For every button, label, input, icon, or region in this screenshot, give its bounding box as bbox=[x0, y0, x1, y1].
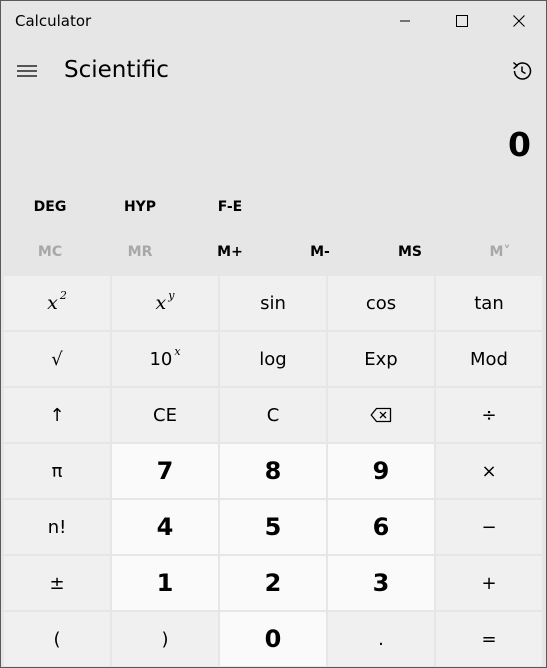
ten-power-exponent: x bbox=[174, 344, 181, 358]
add-button[interactable]: + bbox=[436, 556, 542, 610]
tan-button[interactable]: tan bbox=[436, 276, 542, 330]
equals-button[interactable]: = bbox=[436, 612, 542, 666]
digit-0-button[interactable]: 0 bbox=[220, 612, 326, 666]
memory-recall-button[interactable]: MR bbox=[95, 230, 185, 274]
keypad: x2 xy sin cos tan √ 10 x log Exp Mod ↑ CE… bbox=[4, 276, 544, 666]
square-base: x bbox=[47, 292, 58, 314]
pi-button[interactable]: π bbox=[4, 444, 110, 498]
memory-row: MC MR M+ M- MS M˅ bbox=[5, 230, 543, 274]
history-button[interactable] bbox=[504, 55, 540, 87]
backspace-button[interactable] bbox=[328, 388, 434, 442]
factorial-button[interactable]: n! bbox=[4, 500, 110, 554]
minimize-button[interactable] bbox=[382, 1, 428, 41]
maximize-button[interactable] bbox=[439, 1, 485, 41]
power-exponent: y bbox=[168, 288, 175, 302]
square-root-button[interactable]: √ bbox=[4, 332, 110, 386]
memory-list-button[interactable]: M˅ bbox=[455, 230, 545, 274]
hyp-button[interactable]: HYP bbox=[95, 185, 185, 229]
hamburger-icon bbox=[17, 65, 37, 77]
navigation-menu-button[interactable] bbox=[9, 56, 45, 86]
close-icon bbox=[513, 15, 525, 27]
decimal-point-button[interactable]: . bbox=[328, 612, 434, 666]
cos-button[interactable]: cos bbox=[328, 276, 434, 330]
fe-button[interactable]: F-E bbox=[185, 185, 275, 229]
memory-add-button[interactable]: M+ bbox=[185, 230, 275, 274]
close-button[interactable] bbox=[496, 1, 542, 41]
power-base: x bbox=[155, 292, 167, 314]
close-parenthesis-button[interactable]: ) bbox=[112, 612, 218, 666]
minimize-icon bbox=[400, 20, 410, 22]
backspace-icon bbox=[370, 407, 392, 423]
title-bar: Calculator bbox=[1, 1, 546, 41]
display-value: 0 bbox=[508, 125, 531, 164]
exp-button[interactable]: Exp bbox=[328, 332, 434, 386]
ten-power-base: 10 bbox=[149, 348, 173, 370]
digit-9-button[interactable]: 9 bbox=[328, 444, 434, 498]
open-parenthesis-button[interactable]: ( bbox=[4, 612, 110, 666]
mod-button[interactable]: Mod bbox=[436, 332, 542, 386]
mode-row: DEG HYP F-E bbox=[5, 185, 543, 229]
power-button[interactable]: xy bbox=[112, 276, 218, 330]
memory-clear-button[interactable]: MC bbox=[5, 230, 95, 274]
calculator-window: Calculator Scientific 0 DEG HYP F-E MC M… bbox=[0, 0, 547, 668]
digit-7-button[interactable]: 7 bbox=[112, 444, 218, 498]
subtract-button[interactable]: − bbox=[436, 500, 542, 554]
memory-store-button[interactable]: MS bbox=[365, 230, 455, 274]
digit-2-button[interactable]: 2 bbox=[220, 556, 326, 610]
digit-3-button[interactable]: 3 bbox=[328, 556, 434, 610]
square-exponent: 2 bbox=[59, 288, 67, 302]
clear-entry-button[interactable]: CE bbox=[112, 388, 218, 442]
window-title: Calculator bbox=[15, 12, 92, 30]
digit-1-button[interactable]: 1 bbox=[112, 556, 218, 610]
digit-4-button[interactable]: 4 bbox=[112, 500, 218, 554]
memory-subtract-button[interactable]: M- bbox=[275, 230, 365, 274]
shift-button[interactable]: ↑ bbox=[4, 388, 110, 442]
digit-5-button[interactable]: 5 bbox=[220, 500, 326, 554]
maximize-icon bbox=[456, 15, 468, 27]
digit-6-button[interactable]: 6 bbox=[328, 500, 434, 554]
calculator-mode-title: Scientific bbox=[64, 57, 169, 83]
ten-power-button[interactable]: 10 x bbox=[112, 332, 218, 386]
deg-button[interactable]: DEG bbox=[5, 185, 95, 229]
log-button[interactable]: log bbox=[220, 332, 326, 386]
square-button[interactable]: x2 bbox=[4, 276, 110, 330]
history-icon bbox=[513, 61, 532, 80]
multiply-button[interactable]: × bbox=[436, 444, 542, 498]
sin-button[interactable]: sin bbox=[220, 276, 326, 330]
digit-8-button[interactable]: 8 bbox=[220, 444, 326, 498]
clear-button[interactable]: C bbox=[220, 388, 326, 442]
negate-button[interactable]: ± bbox=[4, 556, 110, 610]
divide-button[interactable]: ÷ bbox=[436, 388, 542, 442]
